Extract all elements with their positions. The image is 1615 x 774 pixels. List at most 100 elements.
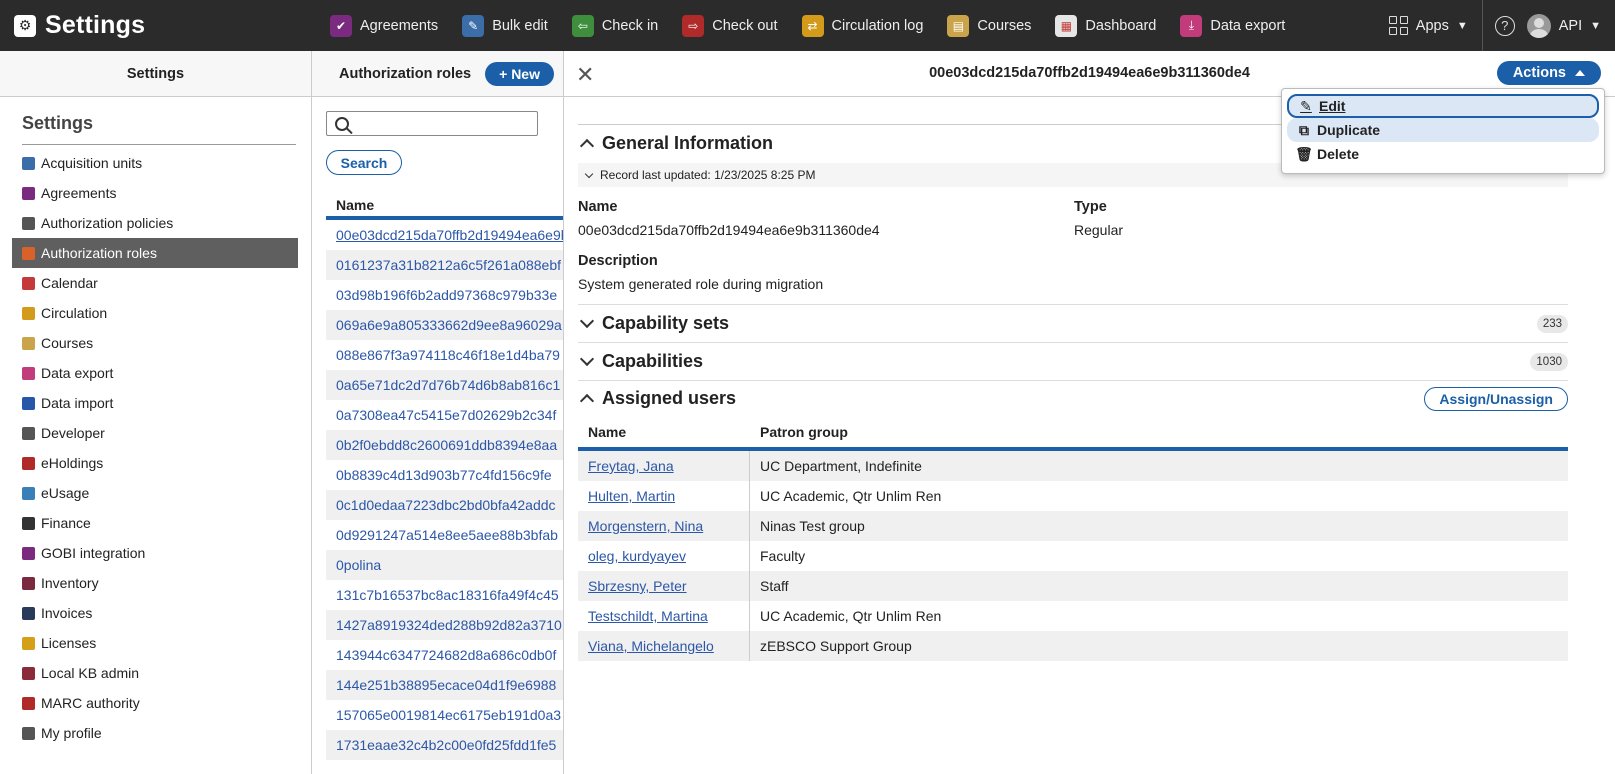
- apps-menu-button[interactable]: Apps ▼: [1375, 0, 1483, 51]
- role-list-item[interactable]: 0161237a31b8212a6c5f261a088ebf: [326, 250, 563, 280]
- app-link-agreements[interactable]: ✔ Agreements: [318, 0, 450, 51]
- help-icon[interactable]: ?: [1494, 15, 1515, 36]
- duplicate-menu-item[interactable]: ⧉ Duplicate: [1287, 118, 1599, 142]
- role-list-item[interactable]: 0a65e71dc2d7d76b74d6b8ab816c1: [326, 370, 563, 400]
- patron-group-cell: zEBSCO Support Group: [760, 638, 912, 654]
- user-menu-button[interactable]: API ▼: [1526, 13, 1615, 38]
- nav-item-label: Local KB admin: [41, 665, 140, 681]
- capability-sets-header[interactable]: Capability sets 233: [578, 313, 1568, 334]
- settings-brand[interactable]: ⚙ Settings: [0, 0, 145, 51]
- assigned-users-header[interactable]: Assigned users Assign/Unassign: [578, 386, 1568, 411]
- new-role-button[interactable]: + New: [485, 61, 554, 86]
- role-list-item[interactable]: 143944c6347724682d8a686c0db0f: [326, 640, 563, 670]
- role-list-item[interactable]: 131c7b16537bc8ac18316fa49f4c45: [326, 580, 563, 610]
- settings-nav-item-authorization-roles[interactable]: Authorization roles: [12, 238, 298, 268]
- nav-item-label: My profile: [41, 725, 102, 741]
- settings-nav-item-invoices[interactable]: Invoices: [12, 598, 298, 628]
- search-button[interactable]: Search: [326, 150, 402, 175]
- settings-nav-item-agreements[interactable]: Agreements: [12, 178, 298, 208]
- chevron-down-icon: [579, 351, 595, 367]
- settings-gear-icon: ⚙: [14, 14, 36, 37]
- user-name-link[interactable]: oleg, kurdyayev: [578, 541, 750, 571]
- settings-nav-item-developer[interactable]: Developer: [12, 418, 298, 448]
- record-updated-text: Record last updated: 1/23/2025 8:25 PM: [600, 168, 816, 182]
- settings-nav-item-finance[interactable]: Finance: [12, 508, 298, 538]
- data-import-icon: [22, 396, 35, 410]
- settings-nav-item-gobi-integration[interactable]: GOBI integration: [12, 538, 298, 568]
- actions-button[interactable]: Actions: [1496, 61, 1601, 85]
- settings-nav-item-licenses[interactable]: Licenses: [12, 628, 298, 658]
- nav-item-label: Licenses: [41, 635, 97, 651]
- role-list-item[interactable]: 03d98b196f6b2add97368c979b33e: [326, 280, 563, 310]
- settings-nav-item-inventory[interactable]: Inventory: [12, 568, 298, 598]
- app-link-data-export[interactable]: ⤓ Data export: [1168, 0, 1297, 51]
- agreements-icon: [22, 186, 35, 200]
- table-row: Morgenstern, Nina Ninas Test group: [578, 511, 1568, 541]
- role-list-item[interactable]: 1427a8919324ded288b92d82a3710: [326, 610, 563, 640]
- patron-group-cell: Ninas Test group: [760, 518, 865, 534]
- user-name-link[interactable]: Sbrzesny, Peter: [578, 571, 750, 601]
- table-row: Hulten, Martin UC Academic, Qtr Unlim Ren: [578, 481, 1568, 511]
- role-list-item[interactable]: 1731eaae32c4b2c00e0fd25fdd1fe5: [326, 730, 563, 760]
- nav-item-label: Data export: [41, 365, 114, 381]
- app-link-label: Agreements: [360, 17, 439, 34]
- settings-nav-item-data-export[interactable]: Data export: [12, 358, 298, 388]
- search-input[interactable]: [326, 111, 538, 136]
- settings-nav-item-acquisition-units[interactable]: Acquisition units: [12, 148, 298, 178]
- eholdings-icon: [22, 456, 35, 470]
- settings-nav-item-authorization-policies[interactable]: Authorization policies: [12, 208, 298, 238]
- inventory-icon: [22, 576, 35, 590]
- settings-nav-item-circulation[interactable]: Circulation: [12, 298, 298, 328]
- settings-nav-item-local-kb-admin[interactable]: Local KB admin: [12, 658, 298, 688]
- settings-nav-item-courses[interactable]: Courses: [12, 328, 298, 358]
- app-link-bulk-edit[interactable]: ✎ Bulk edit: [450, 0, 560, 51]
- user-name-link[interactable]: Morgenstern, Nina: [578, 511, 750, 541]
- user-name-link[interactable]: Testschildt, Martina: [578, 601, 750, 631]
- role-list-item[interactable]: 00e03dcd215da70ffb2d19494ea6e9b311360de4: [326, 220, 563, 250]
- assign-unassign-button[interactable]: Assign/Unassign: [1424, 386, 1568, 411]
- finance-icon: [22, 516, 35, 530]
- section-title: Capabilities: [602, 351, 704, 371]
- search-icon: [335, 116, 349, 131]
- chevron-down-icon: [584, 169, 594, 178]
- user-name-link[interactable]: Freytag, Jana: [578, 451, 750, 481]
- app-link-check-out[interactable]: ⇨ Check out: [670, 0, 789, 51]
- role-list-item[interactable]: 0c1d0edaa7223dbc2bd0bfa42addc: [326, 490, 563, 520]
- role-list-item[interactable]: 0b8839c4d13d903b77c4fd156c9fe: [326, 460, 563, 490]
- app-link-courses[interactable]: ▤ Courses: [935, 0, 1043, 51]
- role-list-item[interactable]: 0a7308ea47c5415e7d02629b2c34f: [326, 400, 563, 430]
- role-list-item[interactable]: 0d9291247a514e8ee5aee88b3bfab: [326, 520, 563, 550]
- app-link-circulation-log[interactable]: ⇄ Circulation log: [790, 0, 936, 51]
- column-header-name[interactable]: Name: [326, 195, 563, 220]
- user-name-link[interactable]: Hulten, Martin: [578, 481, 750, 511]
- settings-nav-item-data-import[interactable]: Data import: [12, 388, 298, 418]
- role-list-item[interactable]: 088e867f3a974118c46f18e1d4ba79: [326, 340, 563, 370]
- table-row: Freytag, Jana UC Department, Indefinite: [578, 451, 1568, 481]
- role-list-item[interactable]: 0b2f0ebdd8c2600691ddb8394e8aa: [326, 430, 563, 460]
- app-link-dashboard[interactable]: ▦ Dashboard: [1043, 0, 1168, 51]
- column-header-name[interactable]: Name: [578, 424, 750, 447]
- settings-nav-item-my-profile[interactable]: My profile: [12, 718, 298, 748]
- capabilities-header[interactable]: Capabilities 1030: [578, 351, 1568, 372]
- user-name-link[interactable]: Viana, Michelangelo: [578, 631, 750, 661]
- settings-nav-item-marc-authority[interactable]: MARC authority: [12, 688, 298, 718]
- detail-title: 00e03dcd215da70ffb2d19494ea6e9b311360de4: [929, 65, 1250, 81]
- app-link-check-in[interactable]: ⇦ Check in: [560, 0, 670, 51]
- my-profile-icon: [22, 726, 35, 740]
- app-link-label: Check in: [601, 17, 659, 34]
- name-value: 00e03dcd215da70ffb2d19494ea6e9b311360de4: [578, 222, 880, 238]
- role-list-item[interactable]: 157065e0019814ec6175eb191d0a3: [326, 700, 563, 730]
- edit-menu-item[interactable]: ✎ Edit: [1287, 94, 1599, 118]
- user-label: API: [1558, 17, 1583, 34]
- delete-menu-item[interactable]: 🗑 Delete: [1287, 142, 1599, 166]
- settings-nav-item-eholdings[interactable]: eHoldings: [12, 448, 298, 478]
- settings-nav-item-eusage[interactable]: eUsage: [12, 478, 298, 508]
- calendar-icon: [22, 276, 35, 290]
- role-list-item[interactable]: 0polina: [326, 550, 563, 580]
- patron-group-cell: Staff: [760, 578, 789, 594]
- column-header-patron-group[interactable]: Patron group: [750, 424, 848, 447]
- role-list-item[interactable]: 069a6e9a805333662d9ee8a96029a: [326, 310, 563, 340]
- settings-nav-item-calendar[interactable]: Calendar: [12, 268, 298, 298]
- check-out-icon: ⇨: [682, 14, 705, 37]
- role-list-item[interactable]: 144e251b38895ecace04d1f9e6988: [326, 670, 563, 700]
